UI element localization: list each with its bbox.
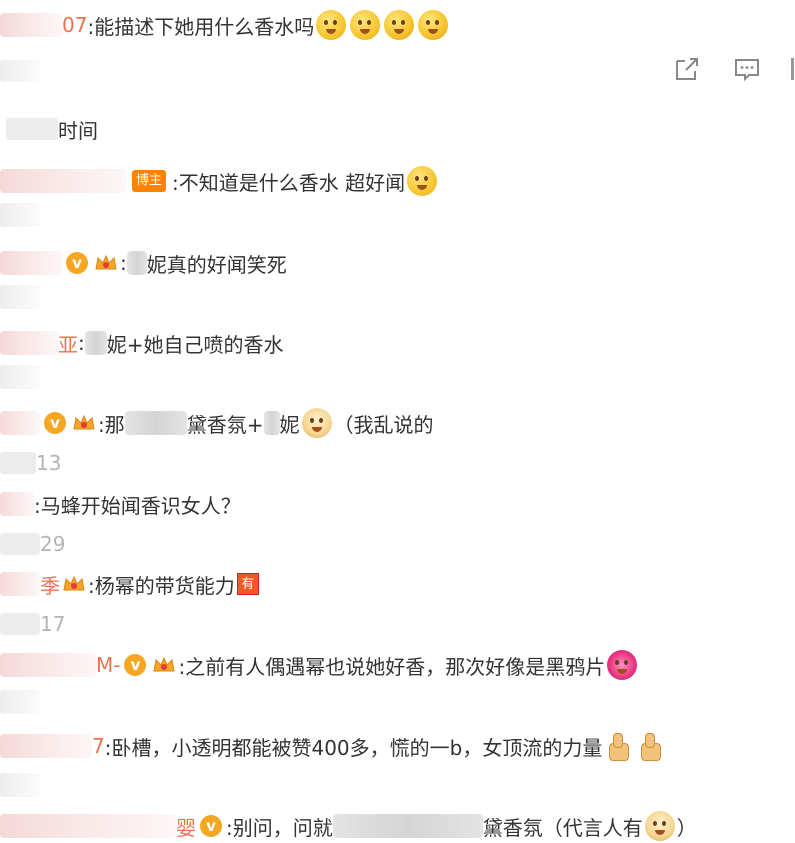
username-blurred[interactable] [0,251,62,275]
comment-item: 博主 :不知道是什么香水 超好闻 [0,166,439,196]
tears-of-joy-emoji-icon [418,10,449,40]
verified-icon: v [200,815,222,837]
you-badge: 有 [236,573,259,595]
doge-emoji-icon [644,811,675,841]
comment-text: ） [676,815,697,840]
comment-item: M- v :之前有人偶遇幂也说她好香，那次好像是黑鸦片 [0,650,639,680]
crown-icon [62,572,86,596]
comment-text: :之前有人偶遇幂也说她好香，那次好像是黑鸦片 [178,654,606,679]
username-blurred[interactable] [0,814,176,838]
blurred-meta [0,365,40,389]
comment-text: :能描述下她用什么香水吗 [87,14,315,39]
doge-emoji-icon [301,408,332,438]
verified-icon: v [66,252,88,274]
username-blurred[interactable] [0,572,40,596]
section-label: 时间 [58,118,98,143]
kiss-face-emoji-icon [350,10,381,40]
username-blurred[interactable] [0,411,40,435]
username-blurred[interactable] [0,734,92,758]
comment-text: （我乱说的 [333,412,434,437]
meta-value: 17 [40,612,66,636]
username-blurred[interactable] [0,13,62,37]
username-blurred[interactable] [0,169,126,193]
blurred-meta [0,285,40,309]
tears-of-joy-emoji-icon [384,10,415,40]
username-tail[interactable]: 婴 [176,812,196,841]
verified-icon: v [44,412,66,434]
thumbs-up-emoji-icon [637,731,663,761]
shocked-face-emoji-icon [407,166,438,196]
comment-text: 妮真的好闻笑死 [146,252,287,277]
username-tail[interactable]: 07 [62,13,87,37]
crown-icon [72,411,96,435]
comment-item: v : 妮真的好闻笑死 [0,248,287,278]
share-button[interactable] [673,55,701,83]
host-badge: 博主 [132,170,167,192]
blurred-meta [0,203,40,227]
comment-item: 季 :杨幂的带货能力 有 [0,569,259,599]
username-tail[interactable]: 亚 [58,329,78,358]
username-blurred[interactable] [0,331,58,355]
comment-text: :杨幂的带货能力 [88,573,235,598]
crown-icon [94,251,118,275]
blurred-avatar-area [0,60,40,82]
comment-item: 亚 : 妮+她自己喷的香水 [0,328,284,358]
username-tail[interactable]: 季 [40,570,60,599]
meta-value: 13 [36,451,62,475]
username-blurred[interactable] [0,653,96,677]
verified-icon: v [124,654,147,676]
username-blurred[interactable] [0,492,34,516]
crown-icon [152,653,176,677]
comment-item: :马蜂开始闻香识女人？ [0,489,241,519]
comment-text: :马蜂开始闻香识女人？ [34,493,241,518]
sort-by-time[interactable]: 时间 [0,114,98,144]
comment-item: 婴 v :别问，问就 黛香氛（代言人有 ） [0,811,697,841]
comment-text: :不知道是什么香水 超好闻 [172,170,406,195]
comment-text: 妮+她自己喷的香水 [106,332,284,357]
comment-icon [735,59,759,82]
comment-item: v :那 黛香氛+ 妮 （我乱说的 [0,408,434,438]
flower-emoji-icon [607,650,638,680]
username-tail[interactable]: M- [96,653,120,677]
username-tail[interactable]: 7 [92,734,105,758]
meta-value: 29 [40,532,66,556]
comment-meta: 29 [0,531,65,557]
comment-text: :卧槽，小透明都能被赞400多，慌的一b，女顶流的力量 [104,735,603,760]
like-icon-edge[interactable] [791,58,794,80]
comment-meta: 17 [0,611,65,637]
thumbs-up-emoji-icon [605,731,631,761]
kiss-face-emoji-icon [316,10,347,40]
comment-item: 7 :卧槽，小透明都能被赞400多，慌的一b，女顶流的力量 [0,731,666,761]
comment-top: 07 :能描述下她用什么香水吗 [0,10,450,40]
share-icon [676,58,698,80]
comment-meta: 13 [0,450,61,476]
blurred-meta [0,773,40,797]
comment-button[interactable] [733,55,761,83]
blurred-meta [0,690,40,714]
